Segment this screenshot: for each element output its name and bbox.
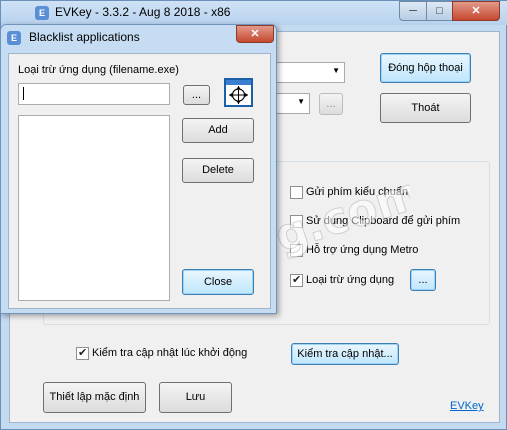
dialog-close-button[interactable]: Close — [182, 269, 254, 295]
window-close-button[interactable]: ✕ — [452, 1, 500, 21]
standard-keys-label: Gửi phím kiểu chuẩn — [306, 186, 409, 198]
exe-filename-input[interactable] — [18, 83, 170, 105]
exclude-apps-settings-button[interactable]: ... — [410, 269, 436, 291]
blacklist-dialog-title: Blacklist applications — [29, 30, 140, 44]
main-title-bar[interactable]: E EVKey - 3.3.2 - Aug 8 2018 - x86 ─ □ ✕ — [1, 1, 507, 25]
save-button[interactable]: Lưu — [159, 382, 232, 413]
minimize-button[interactable]: ─ — [399, 1, 427, 21]
evkey-homepage-link[interactable]: EVKey — [450, 400, 484, 412]
close-dialog-button[interactable]: Đóng hộp thoại — [380, 53, 471, 83]
metro-support-label: Hỗ trợ ứng dụng Metro — [306, 244, 419, 256]
main-window-title: EVKey - 3.3.2 - Aug 8 2018 - x86 — [55, 5, 231, 19]
delete-button[interactable]: Delete — [182, 158, 254, 183]
metro-support-checkbox[interactable] — [290, 244, 303, 257]
more-options-button[interactable]: ... — [319, 93, 343, 115]
exclude-field-label: Loại trừ ứng dụng (filename.exe) — [18, 64, 179, 76]
text-caret — [23, 87, 24, 100]
evkey-icon: E — [35, 6, 49, 20]
exit-button[interactable]: Thoát — [380, 93, 471, 123]
crosshair-target-icon — [229, 86, 248, 104]
clipboard-checkbox[interactable] — [290, 215, 303, 228]
exclude-apps-label: Loại trừ ứng dụng — [306, 274, 395, 286]
blacklist-client-area: Loại trừ ứng dụng (filename.exe) ... Add… — [8, 53, 271, 309]
blacklist-dialog: E Blacklist applications ✕ Loại trừ ứng … — [0, 24, 277, 314]
clipboard-label: Sử dụng Clipboard để gửi phím — [306, 215, 461, 227]
browse-button[interactable]: ... — [183, 85, 210, 105]
chevron-down-icon: ▼ — [332, 66, 340, 75]
evkey-icon: E — [7, 31, 21, 45]
dialog-close-x-button[interactable]: ✕ — [236, 25, 274, 43]
maximize-button[interactable]: □ — [426, 1, 453, 21]
add-button[interactable]: Add — [182, 118, 254, 143]
blacklist-app-list[interactable] — [18, 115, 170, 301]
standard-keys-checkbox[interactable] — [290, 186, 303, 199]
reset-defaults-button[interactable]: Thiết lập mặc định — [43, 382, 146, 413]
startup-update-checkbox[interactable] — [76, 346, 89, 360]
check-update-button[interactable]: Kiểm tra cập nhật... — [291, 343, 399, 365]
input-method-dropdown[interactable]: ▼ — [266, 62, 345, 83]
window-picker-button[interactable] — [224, 78, 253, 107]
chevron-down-icon: ▼ — [297, 97, 305, 106]
startup-update-label: Kiểm tra cập nhật lúc khởi động — [92, 347, 248, 359]
exclude-apps-checkbox[interactable] — [290, 273, 303, 287]
